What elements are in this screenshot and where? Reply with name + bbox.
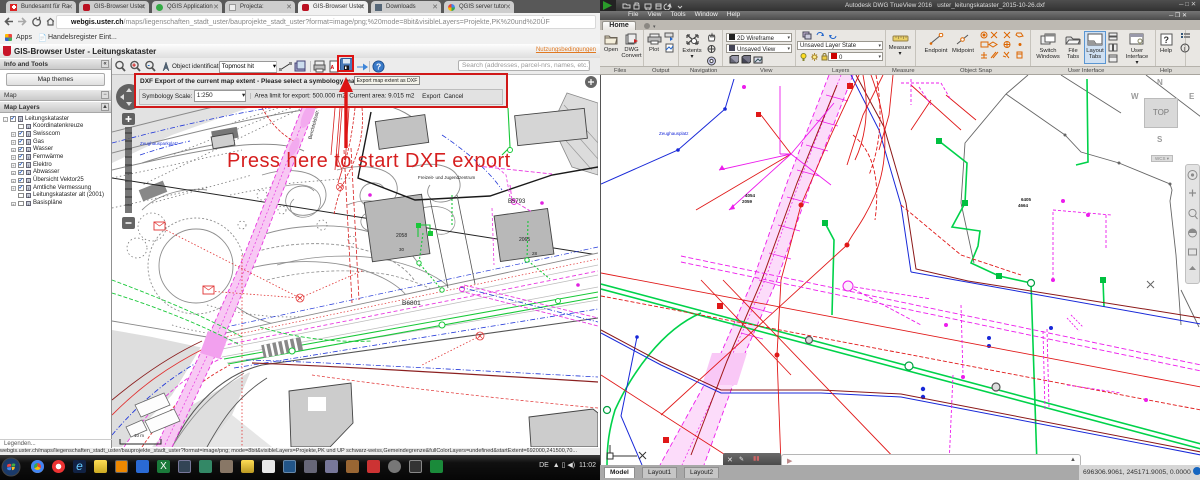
svg-text:28: 28 <box>532 251 538 256</box>
svg-text:B6801: B6801 <box>402 300 421 307</box>
svg-text:Zeughausparkplatz: Zeughausparkplatz <box>140 141 179 146</box>
svg-text:6405: 6405 <box>1021 197 1032 202</box>
svg-text:?: ? <box>1163 35 1169 45</box>
svg-text:10 m: 10 m <box>134 433 144 438</box>
svg-text:?: ? <box>376 62 381 72</box>
svg-text:A: A <box>331 65 335 71</box>
svg-text:Zeughausplatz: Zeughausplatz <box>659 131 689 136</box>
svg-text:4054: 4054 <box>745 193 756 198</box>
svg-text:2059: 2059 <box>742 199 753 204</box>
svg-text:+: + <box>132 63 136 70</box>
svg-text:2058: 2058 <box>396 233 407 239</box>
svg-text:30: 30 <box>399 247 405 252</box>
svg-text:4664: 4664 <box>1018 203 1029 208</box>
svg-text:Freizeit- und Jugendzentrum: Freizeit- und Jugendzentrum <box>418 175 476 180</box>
svg-text:B5793: B5793 <box>508 199 526 205</box>
svg-text:2065: 2065 <box>519 237 530 243</box>
